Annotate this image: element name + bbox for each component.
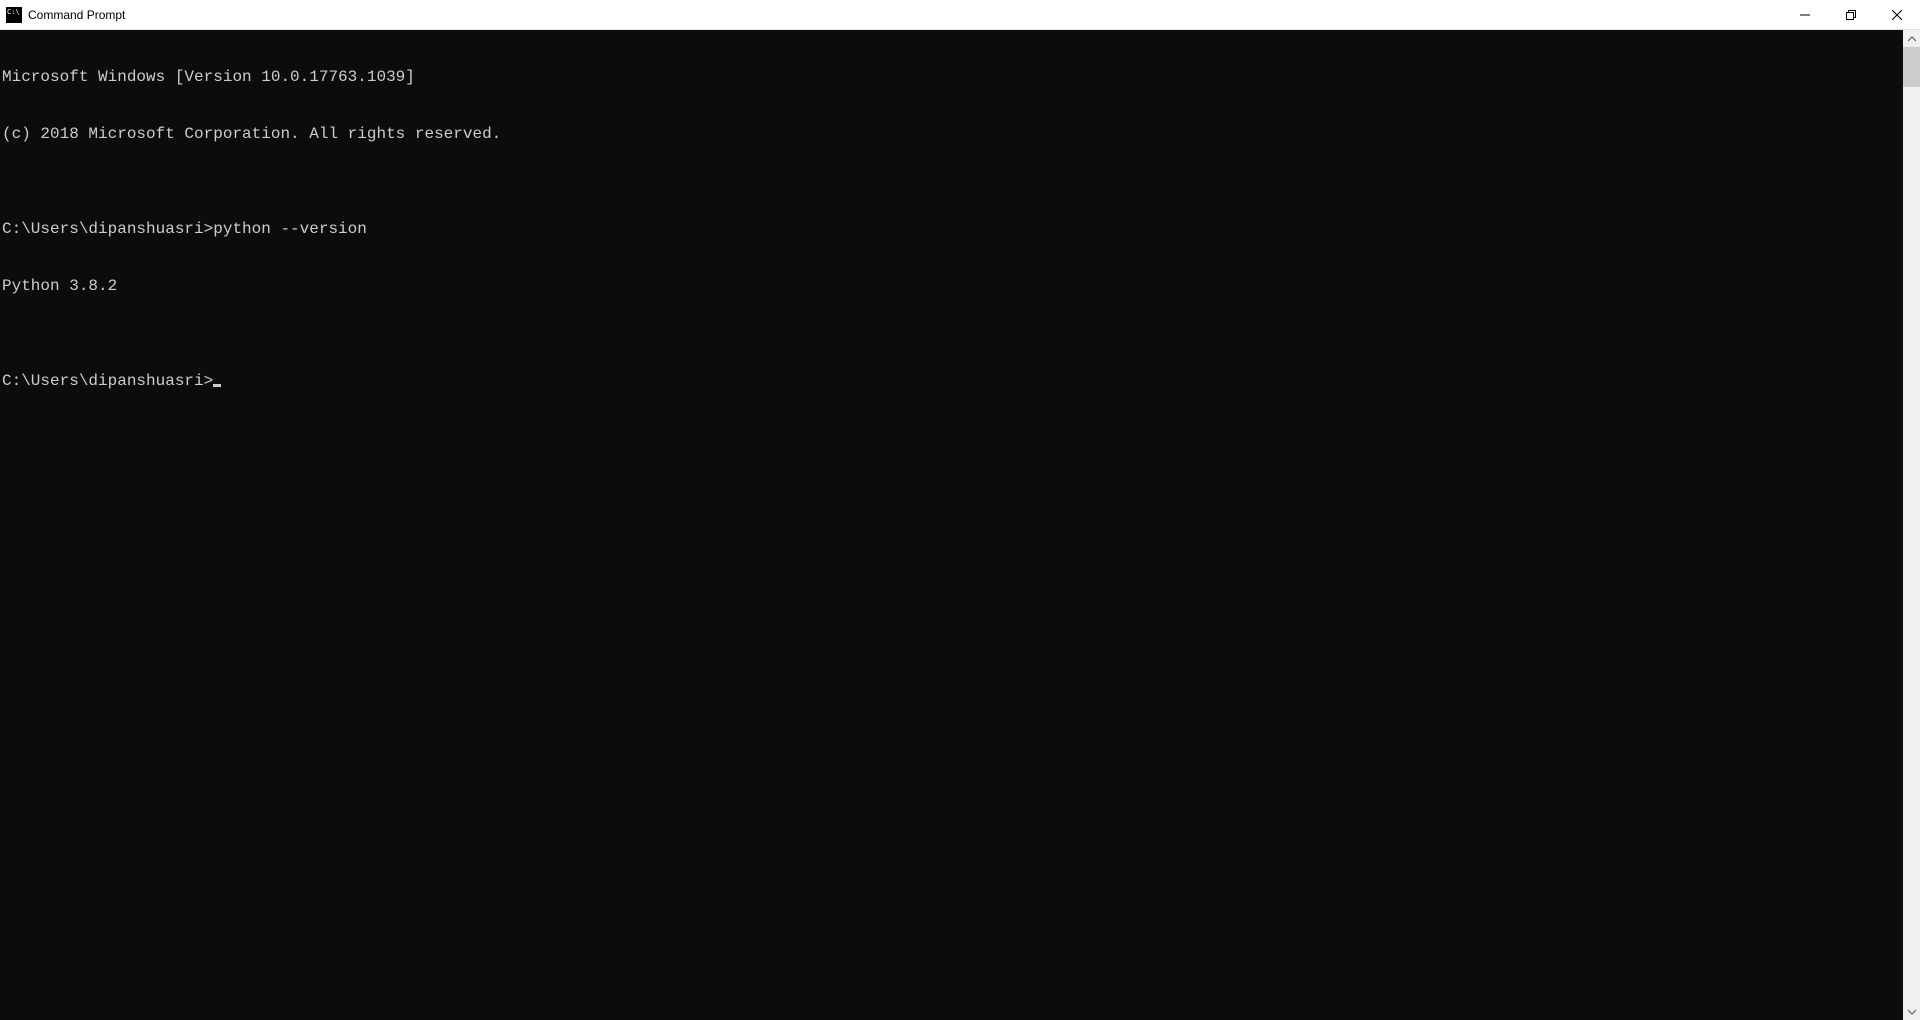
scroll-up-button[interactable] <box>1903 30 1920 47</box>
terminal-line: (c) 2018 Microsoft Corporation. All righ… <box>2 125 1901 144</box>
terminal-wrapper: Microsoft Windows [Version 10.0.17763.10… <box>0 30 1920 1020</box>
terminal-line: Python 3.8.2 <box>2 277 1901 296</box>
minimize-button[interactable] <box>1782 0 1828 30</box>
cursor <box>213 384 221 387</box>
minimize-icon <box>1800 10 1810 20</box>
maximize-button[interactable] <box>1828 0 1874 30</box>
window-controls <box>1782 0 1920 29</box>
close-button[interactable] <box>1874 0 1920 30</box>
terminal-output[interactable]: Microsoft Windows [Version 10.0.17763.10… <box>0 30 1903 1020</box>
vertical-scrollbar[interactable] <box>1903 30 1920 1020</box>
terminal-line: Microsoft Windows [Version 10.0.17763.10… <box>2 68 1901 87</box>
current-prompt: C:\Users\dipanshuasri> <box>2 372 213 391</box>
chevron-down-icon <box>1908 1008 1916 1016</box>
chevron-up-icon <box>1908 35 1916 43</box>
close-icon <box>1892 10 1902 20</box>
command-prompt-icon <box>6 7 22 23</box>
scroll-thumb[interactable] <box>1903 47 1920 87</box>
titlebar[interactable]: Command Prompt <box>0 0 1920 30</box>
current-prompt-line: C:\Users\dipanshuasri> <box>2 372 1901 391</box>
titlebar-left: Command Prompt <box>6 7 125 23</box>
scroll-down-button[interactable] <box>1903 1003 1920 1020</box>
scroll-track[interactable] <box>1903 47 1920 1003</box>
terminal-line: C:\Users\dipanshuasri>python --version <box>2 220 1901 239</box>
maximize-icon <box>1846 10 1856 20</box>
app-title: Command Prompt <box>28 8 125 22</box>
